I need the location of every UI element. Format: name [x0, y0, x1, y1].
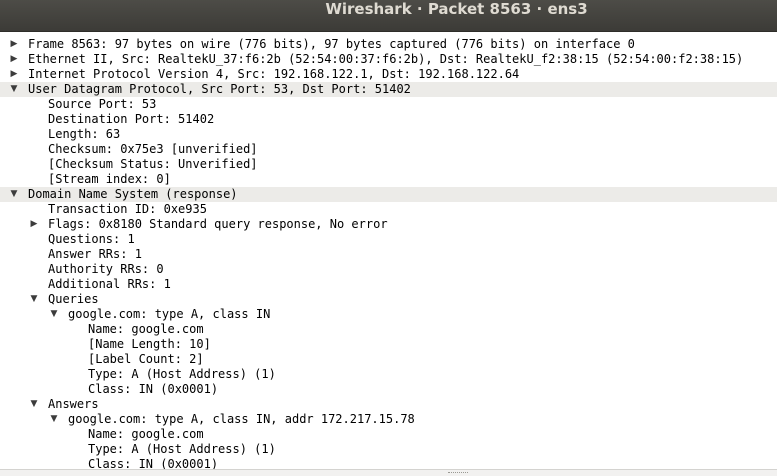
tree-row[interactable]: Length: 63 — [0, 127, 777, 142]
tree-row[interactable]: Checksum: 0x75e3 [unverified] — [0, 142, 777, 157]
tree-row[interactable]: [Name Length: 10] — [0, 337, 777, 352]
tree-row-label: [Stream index: 0] — [48, 172, 171, 186]
collapse-arrow-icon[interactable]: ▼ — [48, 412, 60, 427]
tree-row[interactable]: ▼ google.com: type A, class IN, addr 172.… — [0, 412, 777, 427]
tree-row-label: google.com: type A, class IN — [68, 307, 271, 321]
tree-row-label: User Datagram Protocol, Src Port: 53, Ds… — [28, 82, 411, 96]
tree-row[interactable]: ▼ Queries — [0, 292, 777, 307]
title-bar[interactable]: Wireshark · Packet 8563 · ens3 — [0, 0, 777, 32]
expand-arrow-icon[interactable]: ▶ — [8, 67, 20, 82]
tree-row[interactable]: ▶ Internet Protocol Version 4, Src: 192.1… — [0, 67, 777, 82]
tree-row-label: Class: IN (0x0001) — [88, 382, 219, 396]
tree-row-label: Source Port: 53 — [48, 97, 157, 111]
tree-row-label: Ethernet II, Src: RealtekU_37:f6:2b (52:… — [28, 52, 744, 66]
tree-row-label: Additional RRs: 1 — [48, 277, 171, 291]
tree-row[interactable]: Additional RRs: 1 — [0, 277, 777, 292]
tree-row[interactable]: Type: A (Host Address) (1) — [0, 367, 777, 382]
tree-row[interactable]: ▼ google.com: type A, class IN — [0, 307, 777, 322]
collapse-arrow-icon[interactable]: ▼ — [28, 397, 40, 412]
collapse-arrow-icon[interactable]: ▼ — [8, 82, 20, 97]
tree-row[interactable]: Type: A (Host Address) (1) — [0, 442, 777, 457]
tree-row[interactable]: ▼ Domain Name System (response) — [0, 187, 777, 202]
tree-row[interactable]: ▼ Answers — [0, 397, 777, 412]
tree-row[interactable]: Transaction ID: 0xe935 — [0, 202, 777, 217]
tree-row-label: Authority RRs: 0 — [48, 262, 164, 276]
collapse-arrow-icon[interactable]: ▼ — [28, 292, 40, 307]
tree-row-label: Destination Port: 51402 — [48, 112, 215, 126]
window-title: Wireshark · Packet 8563 · ens3 — [325, 0, 588, 18]
tree-row[interactable]: Name: google.com — [0, 427, 777, 442]
expand-arrow-icon[interactable]: ▶ — [28, 217, 40, 232]
tree-row-label: Transaction ID: 0xe935 — [48, 202, 207, 216]
tree-row[interactable]: Class: IN (0x0001) — [0, 382, 777, 397]
tree-row[interactable]: ▶ Ethernet II, Src: RealtekU_37:f6:2b (52… — [0, 52, 777, 67]
tree-row[interactable]: Destination Port: 51402 — [0, 112, 777, 127]
tree-row-label: Answers — [48, 397, 99, 411]
tree-row[interactable]: [Stream index: 0] — [0, 172, 777, 187]
tree-row-label: Flags: 0x8180 Standard query response, N… — [48, 217, 388, 231]
tree-row-label: Checksum: 0x75e3 [unverified] — [48, 142, 258, 156]
packet-detail-window: Wireshark · Packet 8563 · ens3 ▶ Frame 85… — [0, 0, 777, 476]
tree-row-label: [Checksum Status: Unverified] — [48, 157, 258, 171]
collapse-arrow-icon[interactable]: ▼ — [48, 307, 60, 322]
tree-row[interactable]: Authority RRs: 0 — [0, 262, 777, 277]
tree-row[interactable]: [Checksum Status: Unverified] — [0, 157, 777, 172]
tree-row-label: Type: A (Host Address) (1) — [88, 442, 276, 456]
tree-row-label: [Name Length: 10] — [88, 337, 211, 351]
expand-arrow-icon[interactable]: ▶ — [8, 37, 20, 52]
tree-row-label: Domain Name System (response) — [28, 187, 238, 201]
tree-row-label: [Label Count: 2] — [88, 352, 204, 366]
tree-row-label: Length: 63 — [48, 127, 121, 141]
tree-row-label: Answer RRs: 1 — [48, 247, 142, 261]
pane-resize-grip[interactable] — [448, 472, 468, 476]
tree-row-label: Internet Protocol Version 4, Src: 192.16… — [28, 67, 520, 81]
pane-divider[interactable] — [0, 469, 777, 476]
tree-row-label: Queries — [48, 292, 99, 306]
tree-row-label: google.com: type A, class IN, addr 172.2… — [68, 412, 415, 426]
packet-detail-tree[interactable]: ▶ Frame 8563: 97 bytes on wire (776 bits)… — [0, 32, 777, 471]
tree-row[interactable]: Answer RRs: 1 — [0, 247, 777, 262]
tree-row-label: Name: google.com — [88, 322, 204, 336]
tree-row[interactable]: ▶ Flags: 0x8180 Standard query response, … — [0, 217, 777, 232]
tree-row[interactable]: Source Port: 53 — [0, 97, 777, 112]
tree-row-label: Type: A (Host Address) (1) — [88, 367, 276, 381]
tree-row[interactable]: Name: google.com — [0, 322, 777, 337]
tree-row-label: Name: google.com — [88, 427, 204, 441]
tree-row-label: Questions: 1 — [48, 232, 135, 246]
tree-row[interactable]: ▼ User Datagram Protocol, Src Port: 53, D… — [0, 82, 777, 97]
tree-row-label: Frame 8563: 97 bytes on wire (776 bits),… — [28, 37, 635, 51]
collapse-arrow-icon[interactable]: ▼ — [8, 187, 20, 202]
tree-row[interactable]: [Label Count: 2] — [0, 352, 777, 367]
tree-row[interactable]: ▶ Frame 8563: 97 bytes on wire (776 bits)… — [0, 37, 777, 52]
tree-row[interactable]: Questions: 1 — [0, 232, 777, 247]
expand-arrow-icon[interactable]: ▶ — [8, 52, 20, 67]
